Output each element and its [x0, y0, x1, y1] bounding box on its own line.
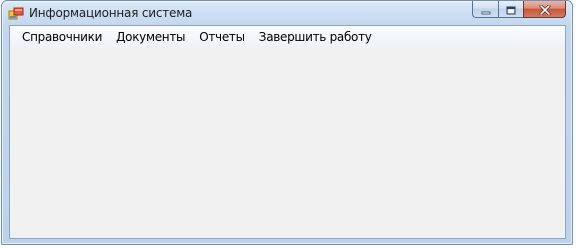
menu-item-exit[interactable]: Завершить работу — [252, 27, 379, 47]
title-bar[interactable]: Информационная система — [2, 1, 572, 25]
minimize-icon — [481, 0, 491, 19]
maximize-icon — [506, 0, 516, 19]
menu-item-reports[interactable]: Отчеты — [192, 27, 252, 47]
maximize-button[interactable] — [498, 1, 523, 18]
close-icon — [539, 0, 551, 19]
minimize-button[interactable] — [472, 1, 498, 18]
menu-bar: Справочники Документы Отчеты Завершить р… — [10, 26, 565, 48]
menu-item-documents[interactable]: Документы — [109, 27, 192, 47]
app-form-icon[interactable] — [8, 6, 24, 20]
menu-item-references[interactable]: Справочники — [15, 27, 109, 47]
client-area: Справочники Документы Отчеты Завершить р… — [9, 25, 566, 239]
close-button[interactable] — [523, 1, 566, 18]
main-window: Информационная система Справочники Докум… — [1, 0, 573, 245]
caption-buttons — [472, 1, 566, 19]
window-title: Информационная система — [29, 6, 193, 20]
